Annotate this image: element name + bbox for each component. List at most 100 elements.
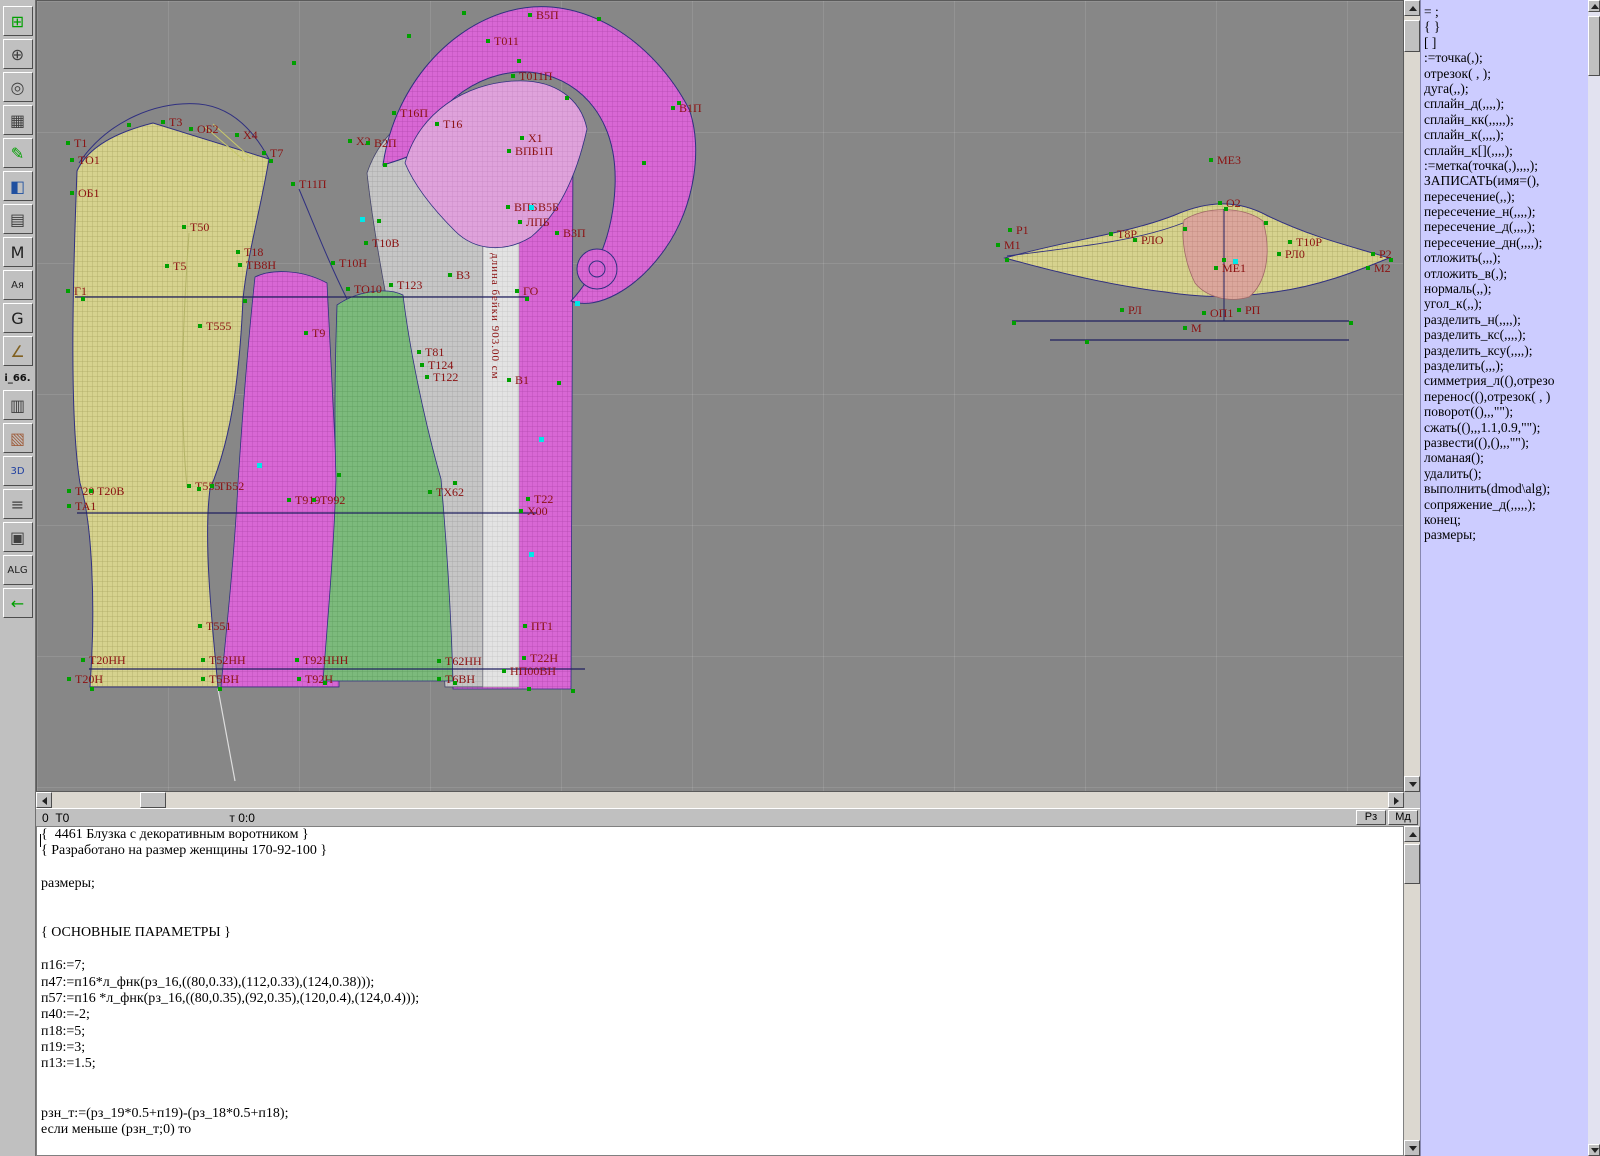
point-label: Т20В (97, 484, 125, 498)
window-scroll-down-icon[interactable] (1588, 1144, 1600, 1156)
letters-button[interactable]: Ая (2, 270, 33, 300)
pen-button[interactable]: ✎ (2, 138, 33, 168)
point-label: Т992 (320, 493, 346, 507)
command-item[interactable]: пересечение_н(,,,,); (1421, 204, 1588, 219)
command-item[interactable]: ЗАПИСАТЬ(имя=(), (1421, 173, 1588, 188)
point-marker (1349, 321, 1353, 325)
point-label: ПТ1 (531, 619, 553, 633)
command-item[interactable]: удалить(); (1421, 466, 1588, 481)
mirror-button[interactable]: ◧ (2, 171, 33, 201)
back-button[interactable]: ← (2, 588, 33, 618)
command-item[interactable]: :=точка(,); (1421, 50, 1588, 65)
command-item[interactable]: перенос((),отрезок( , ) (1421, 389, 1588, 404)
command-item[interactable]: разделить_кс(,,,,); (1421, 327, 1588, 342)
photo-button[interactable]: ▧ (2, 423, 33, 453)
hscroll-thumb[interactable] (140, 792, 166, 808)
command-item[interactable]: [ ] (1421, 35, 1588, 50)
md-button[interactable]: Мд (1388, 810, 1418, 825)
program-editor[interactable]: { 4461 Блузка с декоративным воротником … (36, 826, 1404, 1156)
point-marker (511, 74, 515, 78)
layers-button[interactable]: ≡ (2, 489, 33, 519)
point-label: Т5 (173, 259, 187, 273)
command-item[interactable]: ломаная(); (1421, 450, 1588, 465)
canvas-vscrollbar[interactable] (1404, 0, 1420, 792)
editor-scroll-up-icon[interactable] (1404, 826, 1420, 842)
command-item[interactable]: развести((),(),,,""); (1421, 435, 1588, 450)
notes-button[interactable]: ▤ (2, 204, 33, 234)
command-item[interactable]: разделить(,,,); (1421, 358, 1588, 373)
command-item[interactable]: симметрия_л((),отрезо (1421, 373, 1588, 388)
command-item[interactable]: сопряжение_д(,,,,,); (1421, 497, 1588, 512)
editor-line: п13:=1.5; (41, 1056, 96, 1072)
editor-scroll-down-icon[interactable] (1404, 1140, 1420, 1156)
command-item[interactable]: пересечение_дн(,,,,); (1421, 235, 1588, 250)
editor-vscrollbar[interactable] (1404, 826, 1420, 1156)
alg-button[interactable]: ALG (2, 555, 33, 585)
command-item[interactable]: отложить(,,,); (1421, 250, 1588, 265)
window-vscroll-thumb[interactable] (1588, 16, 1600, 76)
point-marker (210, 484, 214, 488)
print-button[interactable]: ▣ (2, 522, 33, 552)
command-item[interactable]: выполнить(dmod\alg); (1421, 481, 1588, 496)
command-item[interactable]: сплайн_кк(,,,,,); (1421, 112, 1588, 127)
editor-line: если меньше (рзн_т;0) то (41, 1122, 192, 1138)
command-item[interactable]: конец; (1421, 512, 1588, 527)
command-item[interactable]: пересечение(,,); (1421, 189, 1588, 204)
command-item[interactable]: отрезок( , ); (1421, 66, 1588, 81)
window-vscrollbar[interactable] (1588, 0, 1600, 1156)
lens-button[interactable]: ◎ (2, 72, 33, 102)
new-window-button[interactable]: ⊞ (2, 6, 33, 36)
selected-point-marker (257, 463, 262, 468)
command-item[interactable]: дуга(,,); (1421, 81, 1588, 96)
command-item[interactable]: пересечение_д(,,,,); (1421, 219, 1588, 234)
command-item[interactable]: сплайн_д(,,,,); (1421, 96, 1588, 111)
point-marker (161, 120, 165, 124)
rz-button[interactable]: Рз (1356, 810, 1386, 825)
ruler-button[interactable]: ∠ (2, 336, 33, 366)
point-label: ОБ1 (78, 186, 100, 200)
scroll-left-icon[interactable] (36, 792, 52, 808)
command-item[interactable]: = ; (1421, 4, 1588, 19)
point-marker (189, 127, 193, 131)
command-item[interactable]: нормаль(,,); (1421, 281, 1588, 296)
point-marker (323, 681, 327, 685)
scroll-right-icon[interactable] (1388, 792, 1404, 808)
command-item[interactable]: угол_к(,,); (1421, 296, 1588, 311)
point-marker (243, 299, 247, 303)
command-item[interactable]: сплайн_к[](,,,,); (1421, 143, 1588, 158)
command-item[interactable]: сплайн_к(,,,,); (1421, 127, 1588, 142)
point-marker (1222, 258, 1226, 262)
grid-button[interactable]: ▦ (2, 105, 33, 135)
point-label: М (1191, 321, 1202, 335)
g-button[interactable]: G (2, 303, 33, 333)
command-item[interactable]: поворот((),,,""); (1421, 404, 1588, 419)
point-marker (70, 191, 74, 195)
measure-m-button[interactable]: М (2, 237, 33, 267)
zoom-button[interactable]: ⊕ (2, 39, 33, 69)
table-button[interactable]: ▥ (2, 390, 33, 420)
command-item[interactable]: { } (1421, 19, 1588, 34)
command-item[interactable]: размеры; (1421, 527, 1588, 542)
command-item[interactable]: разделить_н(,,,,); (1421, 312, 1588, 327)
point-label: Т5ВН (209, 672, 239, 686)
scroll-up-icon[interactable] (1404, 0, 1420, 16)
command-item[interactable]: отложить_в(,); (1421, 266, 1588, 281)
point-marker (90, 687, 94, 691)
point-marker (557, 381, 561, 385)
command-item[interactable]: сжать((),,,1.1,0.9,""); (1421, 420, 1588, 435)
scroll-down-icon[interactable] (1404, 776, 1420, 792)
point-label: Х4 (243, 128, 258, 142)
view3d-button[interactable]: 3D (2, 456, 33, 486)
command-item[interactable]: разделить_ксу(,,,,); (1421, 343, 1588, 358)
editor-vscroll-thumb[interactable] (1404, 844, 1420, 884)
canvas-hscrollbar[interactable] (36, 792, 1404, 808)
point-marker (507, 149, 511, 153)
point-marker (182, 225, 186, 229)
window-scroll-up-icon[interactable] (1588, 0, 1600, 12)
command-item[interactable]: :=метка(точка(,),,,,); (1421, 158, 1588, 173)
drawing-canvas[interactable]: длина бейки 903.00 см В5П Т011 Т011П Т16П Т1… (36, 0, 1404, 792)
point-label: В3 (456, 268, 471, 282)
vscroll-thumb[interactable] (1404, 20, 1420, 52)
point-marker (1012, 321, 1016, 325)
left-toolbar: ⊞ ⊕ ◎ ▦ ✎ ◧ ▤ М Ая G ∠ i_66. ▥ ▧ 3D ≡ ▣ ALG ← (0, 0, 36, 1156)
